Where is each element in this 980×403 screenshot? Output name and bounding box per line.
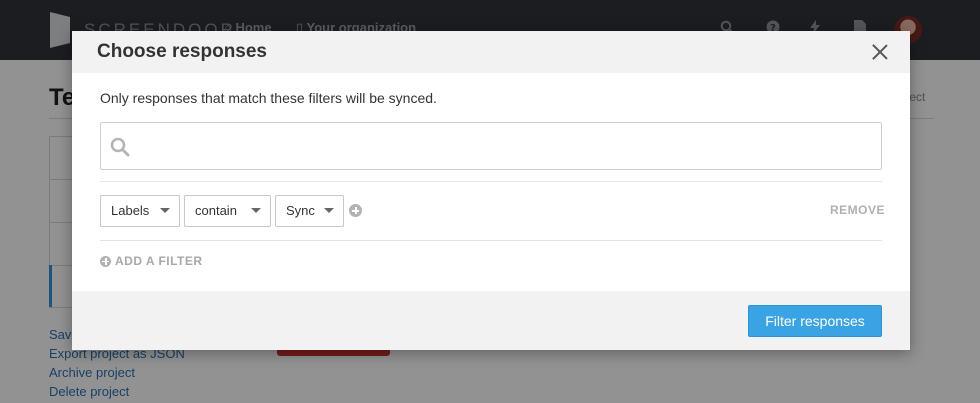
add-value-icon[interactable] (349, 204, 362, 217)
filter-operator-value: contain (195, 203, 237, 218)
choose-responses-modal: Choose responses Only responses that mat… (72, 31, 910, 350)
modal-footer: Filter responses (72, 291, 910, 350)
filter-value-select[interactable]: Sync (275, 195, 344, 227)
filter-field-select[interactable]: Labels (100, 195, 180, 227)
modal-body: Only responses that match these filters … (72, 73, 910, 291)
remove-filter-button[interactable]: REMOVE (830, 203, 885, 217)
caret-down-icon (160, 208, 170, 213)
filter-operator-select[interactable]: contain (184, 195, 271, 227)
filter-responses-button[interactable]: Filter responses (748, 305, 882, 337)
caret-down-icon (251, 208, 261, 213)
search-icon (110, 137, 130, 157)
plus-circle-icon (100, 255, 111, 267)
close-icon[interactable] (872, 44, 888, 60)
add-filter-label: ADD A FILTER (115, 254, 203, 268)
caret-down-icon (324, 208, 334, 213)
filter-description: Only responses that match these filters … (100, 90, 437, 106)
filter-value-value: Sync (286, 203, 315, 218)
divider (100, 181, 882, 182)
search-input[interactable] (141, 131, 871, 161)
add-filter-button[interactable]: ADD A FILTER (100, 254, 203, 268)
modal-header: Choose responses (72, 31, 910, 73)
modal-title: Choose responses (97, 41, 267, 62)
search-field[interactable] (100, 122, 882, 170)
divider (100, 240, 882, 241)
filter-field-value: Labels (111, 203, 150, 218)
